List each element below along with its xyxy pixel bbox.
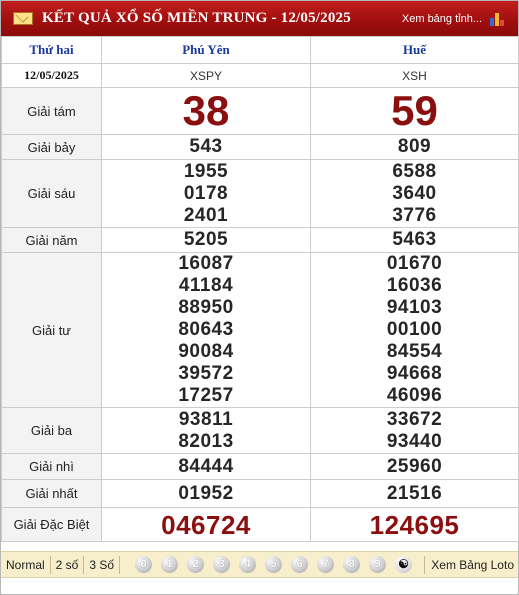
prize-number: 5463: [392, 229, 437, 250]
digit-button[interactable]: 4: [239, 556, 257, 573]
results-widget: KẾT QUẢ XỔ SỐ MIỀN TRUNG - 12/05/2025 Xe…: [0, 0, 519, 595]
prize-row-g3: Giải ba 93811 82013 33672 93440: [1, 407, 519, 454]
prize-number: 6588: [392, 160, 437, 182]
prize-number: 25960: [386, 455, 443, 477]
prize-number: 5205: [183, 229, 229, 250]
prize-number: 16036: [386, 275, 443, 296]
prize-number: 94103: [386, 297, 443, 318]
code-row: 12/05/2025 XSPY XSH: [1, 63, 519, 88]
digit-button[interactable]: 8: [343, 556, 361, 573]
prize-number: 94668: [386, 363, 443, 384]
prize-label: Giải nhì: [1, 453, 102, 480]
prize-label: Giải nhất: [1, 479, 102, 508]
draw-date: 12/05/2025: [1, 63, 102, 88]
prize-row-special: Giải Đặc Biệt 046724 124695: [1, 507, 519, 542]
province-code: XSH: [310, 63, 519, 88]
digit-button[interactable]: 5: [265, 556, 283, 573]
mail-icon: [13, 12, 33, 25]
prize-number: 3640: [392, 182, 437, 204]
prize-number: 17257: [178, 385, 234, 406]
prize-number: 41184: [178, 275, 234, 296]
prize-row-g8: Giải tám 38 59: [1, 87, 519, 135]
header-bar: KẾT QUẢ XỔ SỐ MIỀN TRUNG - 12/05/2025 Xe…: [1, 1, 518, 36]
option-normal[interactable]: Normal: [1, 555, 51, 574]
prize-number: 01670: [386, 253, 443, 274]
weekday: Thứ hai: [1, 36, 102, 64]
prize-number: 01952: [178, 482, 234, 504]
special-prize-number: 124695: [369, 509, 460, 540]
digit-button[interactable]: 0: [135, 556, 153, 573]
digit-button[interactable]: 7: [317, 556, 335, 573]
results-table: Thứ hai Phú Yên Huế 12/05/2025 XSPY XSH …: [1, 36, 519, 542]
prize-number: 809: [397, 136, 432, 157]
digit-button[interactable]: 6: [291, 556, 309, 573]
prize-label: Giải tám: [1, 87, 102, 135]
prize-label: Giải bảy: [1, 134, 102, 160]
prize-row-g4: Giải tư 16087 41184 88950 80643 90084 39…: [1, 252, 519, 408]
prize-label: Giải ba: [1, 407, 102, 454]
prize-number: 84444: [178, 455, 234, 477]
prize-number: 90084: [178, 341, 234, 362]
prize-row-g1: Giải nhất 01952 21516: [1, 479, 519, 508]
bar-chart-icon[interactable]: [490, 12, 508, 26]
prize-row-g6: Giải sáu 1955 0178 2401 6588 3640 3776: [1, 159, 519, 228]
prize-number: 38: [182, 87, 230, 134]
digit-filter: 0 1 2 3 4 5 6 7 8 9 ☯: [135, 556, 421, 573]
prize-row-g2: Giải nhì 84444 25960: [1, 453, 519, 480]
prize-number: 46096: [386, 385, 443, 406]
prize-label: Giải năm: [1, 227, 102, 253]
prize-label: Giải sáu: [1, 159, 102, 228]
prize-number: 543: [189, 136, 223, 157]
province-code: XSPY: [101, 63, 311, 88]
prize-number: 21516: [386, 482, 443, 504]
prize-number: 39572: [178, 363, 234, 384]
prize-number: 0178: [183, 182, 229, 204]
yin-yang-icon[interactable]: ☯: [395, 556, 413, 573]
view-province-table-link[interactable]: Xem bảng tỉnh...: [402, 13, 482, 25]
prize-number: 93811: [178, 408, 234, 430]
display-options-bar: Normal 2 số 3 Số 0 1 2 3 4 5 6 7 8 9 ☯ X…: [1, 551, 518, 578]
prize-number: 82013: [178, 430, 234, 452]
prize-row-g7: Giải bảy 543 809: [1, 134, 519, 160]
prize-number: 16087: [178, 253, 234, 274]
option-2-digits[interactable]: 2 số: [51, 555, 85, 574]
prize-label: Giải Đặc Biệt: [1, 507, 102, 542]
prize-number: 88950: [178, 297, 234, 318]
digit-button[interactable]: 9: [369, 556, 387, 573]
prize-number: 80643: [178, 319, 234, 340]
province-name[interactable]: Huế: [310, 36, 519, 64]
prize-number: 2401: [183, 204, 229, 226]
province-name[interactable]: Phú Yên: [101, 36, 311, 64]
prize-number: 33672: [386, 408, 443, 430]
prize-number: 93440: [386, 430, 443, 452]
digit-button[interactable]: 1: [161, 556, 179, 573]
header-row: Thứ hai Phú Yên Huế: [1, 36, 519, 64]
special-prize-number: 046724: [161, 509, 251, 540]
page-title: KẾT QUẢ XỔ SỐ MIỀN TRUNG - 12/05/2025: [42, 10, 351, 26]
prize-number: 84554: [386, 341, 443, 362]
prize-number: 1955: [183, 160, 229, 182]
digit-button[interactable]: 3: [213, 556, 231, 573]
prize-number: 3776: [392, 204, 437, 226]
option-3-digits[interactable]: 3 Số: [84, 555, 121, 574]
prize-label: Giải tư: [1, 252, 102, 408]
prize-number: 59: [391, 87, 438, 134]
view-loto-table-link[interactable]: Xem Bảng Loto: [424, 555, 514, 574]
digit-button[interactable]: 2: [187, 556, 205, 573]
prize-number: 00100: [386, 319, 443, 340]
prize-row-g5: Giải năm 5205 5463: [1, 227, 519, 253]
